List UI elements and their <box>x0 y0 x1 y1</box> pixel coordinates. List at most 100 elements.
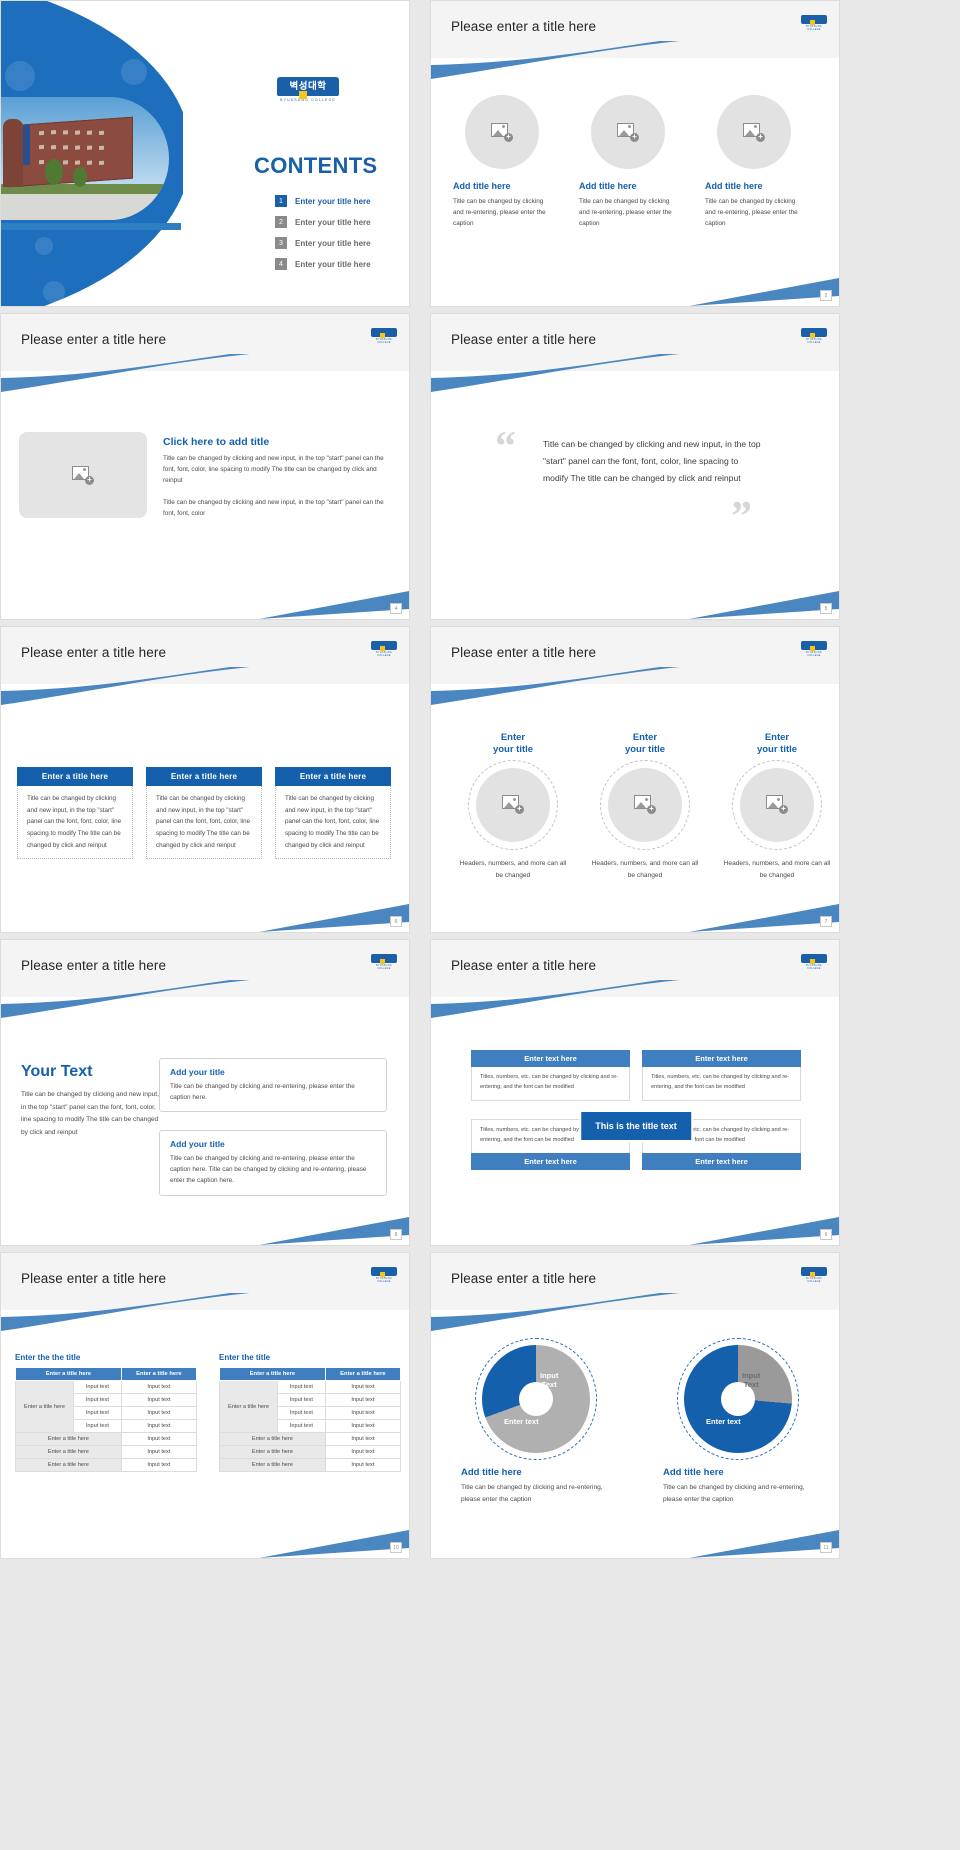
item-title: Enter your title <box>756 732 798 755</box>
table-cell[interactable]: Input text <box>120 1458 198 1472</box>
corner-accent-icon <box>689 904 839 932</box>
table-cell[interactable]: Input text <box>324 1445 402 1459</box>
slide-title: Please enter a title here <box>21 958 167 973</box>
column[interactable]: Enter a title here Title can be changed … <box>146 767 262 860</box>
slide-three-columns[interactable]: Please enter a title here BYUKSUNG COLLE… <box>0 626 410 933</box>
column-header: Enter a title here <box>17 767 133 786</box>
table-cell[interactable]: Input text <box>277 1380 326 1394</box>
table-cell[interactable]: Titles, numbers, etc. can be changed by … <box>642 1067 801 1101</box>
table-header[interactable]: Enter text here <box>471 1050 630 1067</box>
data-table[interactable]: Enter a title here Enter a title here En… <box>15 1367 198 1472</box>
table-header[interactable]: Enter text here <box>642 1153 801 1170</box>
column[interactable]: Enter a title here Title can be changed … <box>17 767 133 860</box>
circle-item[interactable]: + Add title here Title can be changed by… <box>705 95 803 230</box>
image-placeholder[interactable]: + <box>465 95 539 169</box>
table-cell[interactable]: Input text <box>324 1458 402 1472</box>
image-placeholder[interactable]: + <box>19 432 147 518</box>
table-cell[interactable]: Enter a title here <box>219 1432 326 1446</box>
page-number: 8 <box>390 1229 402 1240</box>
dashed-ring: + <box>468 759 558 850</box>
logo-icon: BYUKSUNG COLLEGE <box>801 15 827 31</box>
box-body: Title can be changed by clicking and re-… <box>170 1155 367 1185</box>
slide-title: Please enter a title here <box>451 645 597 660</box>
table-of-contents: 1 Enter your title here 2 Enter your tit… <box>275 195 405 279</box>
table-cell[interactable]: Input text <box>120 1419 198 1433</box>
circle-item[interactable]: Enter your title + Headers, numbers, and… <box>459 732 567 881</box>
table-cell[interactable]: Input text <box>120 1445 198 1459</box>
table-cell[interactable]: Enter a title here <box>15 1458 122 1472</box>
table-cell[interactable]: Input text <box>73 1393 122 1407</box>
table-header: Enter a title here <box>15 1367 122 1381</box>
logo-icon: BYUKSUNG COLLEGE <box>371 1267 397 1283</box>
corner-accent-icon <box>259 1217 409 1245</box>
table-header[interactable]: Enter text here <box>642 1050 801 1067</box>
table-cell[interactable]: Input text <box>277 1406 326 1420</box>
table-cell[interactable]: Input text <box>324 1419 402 1433</box>
table-cell[interactable]: Input text <box>277 1393 326 1407</box>
image-placeholder[interactable]: + <box>740 767 814 842</box>
circle-item[interactable]: Enter your title + Headers, numbers, and… <box>591 732 699 881</box>
table-cell[interactable]: Titles, numbers, etc. can be changed by … <box>471 1067 630 1101</box>
table-cell[interactable]: Input text <box>324 1380 402 1394</box>
table-header[interactable]: Enter text here <box>471 1153 630 1170</box>
slide-image-and-text[interactable]: Please enter a title here BYUKSUNG COLLE… <box>0 313 410 620</box>
slide-title: Please enter a title here <box>21 1271 167 1286</box>
slide-donut-charts[interactable]: Please enter a title here BYUKSUNG COLLE… <box>430 1252 840 1559</box>
contents-heading: CONTENTS <box>254 153 378 178</box>
table-cell[interactable]: Input text <box>120 1406 198 1420</box>
info-box[interactable]: Add your title Title can be changed by c… <box>159 1130 387 1196</box>
corner-accent-icon <box>259 1530 409 1558</box>
image-placeholder[interactable]: + <box>591 95 665 169</box>
image-placeholder[interactable]: + <box>476 767 550 842</box>
table-cell[interactable]: Input text <box>120 1393 198 1407</box>
corner-accent-icon <box>259 591 409 619</box>
table-cell[interactable]: Input text <box>120 1432 198 1446</box>
slide-two-tables[interactable]: Please enter a title here BYUKSUNG COLLE… <box>0 1252 410 1559</box>
table-row: Enter text here Enter text here <box>471 1050 801 1067</box>
page-number: 5 <box>820 603 832 614</box>
cover-dot <box>5 61 35 91</box>
donut-item[interactable]: Input Text Enter text Add title here Tit… <box>461 1338 611 1506</box>
item-caption: Headers, numbers, and more can all be ch… <box>723 859 831 879</box>
column[interactable]: Enter a title here Title can be changed … <box>275 767 391 860</box>
table-cell[interactable]: Enter a title here <box>219 1458 326 1472</box>
slide-dashed-circles[interactable]: Please enter a title here BYUKSUNG COLLE… <box>430 626 840 933</box>
slide-title: Please enter a title here <box>451 958 597 973</box>
info-box[interactable]: Add your title Title can be changed by c… <box>159 1058 387 1113</box>
toc-item[interactable]: 3 Enter your title here <box>275 237 405 249</box>
text-block: Click here to add title Title can be cha… <box>163 432 385 519</box>
image-placeholder[interactable]: + <box>608 767 682 842</box>
table-cell[interactable]: Input text <box>277 1419 326 1433</box>
toc-item[interactable]: 2 Enter your title here <box>275 216 405 228</box>
photo-tree <box>45 159 63 185</box>
table-cell[interactable]: Input text <box>324 1432 402 1446</box>
slide-quad-table[interactable]: Please enter a title here BYUKSUNG COLLE… <box>430 939 840 1246</box>
table-cell[interactable]: Input text <box>73 1406 122 1420</box>
circle-item[interactable]: Enter your title + Headers, numbers, and… <box>723 732 831 881</box>
table-cell[interactable]: Input text <box>73 1380 122 1394</box>
toc-item[interactable]: 4 Enter your title here <box>275 258 405 270</box>
logo-icon: BYUKSUNG COLLEGE <box>801 954 827 970</box>
slide-three-circles[interactable]: Please enter a title here BYUKSUNG COLLE… <box>430 0 840 307</box>
table-cell[interactable]: Input text <box>324 1393 402 1407</box>
donut-item[interactable]: Input Text Enter text Add title here Tit… <box>663 1338 813 1506</box>
slide-your-text[interactable]: Please enter a title here BYUKSUNG COLLE… <box>0 939 410 1246</box>
circle-item[interactable]: + Add title here Title can be changed by… <box>579 95 677 230</box>
table-cell[interactable]: Enter a title here <box>219 1445 326 1459</box>
center-title-badge[interactable]: This is the title text <box>581 1112 691 1140</box>
data-table[interactable]: Enter a title here Enter a title here En… <box>219 1367 402 1472</box>
table-cell[interactable]: Input text <box>120 1380 198 1394</box>
toc-item[interactable]: 1 Enter your title here <box>275 195 405 207</box>
cover-dot <box>35 237 53 255</box>
table-cell[interactable]: Input text <box>73 1419 122 1433</box>
image-placeholder[interactable]: + <box>717 95 791 169</box>
table-cell[interactable]: Input text <box>324 1406 402 1420</box>
cover-dot <box>121 59 147 85</box>
table-cell[interactable]: Enter a title here <box>15 1432 122 1446</box>
slide-quote[interactable]: Please enter a title here BYUKSUNG COLLE… <box>430 313 840 620</box>
block-paragraph-2: Title can be changed by clicking and new… <box>163 498 384 517</box>
circle-item[interactable]: + Add title here Title can be changed by… <box>453 95 551 230</box>
slide-cover[interactable]: 벽성대학 BYUKSUNG COLLEGE CONTENTS 1 Enter y… <box>0 0 410 307</box>
photo-banner <box>23 125 30 165</box>
table-cell[interactable]: Enter a title here <box>15 1445 122 1459</box>
